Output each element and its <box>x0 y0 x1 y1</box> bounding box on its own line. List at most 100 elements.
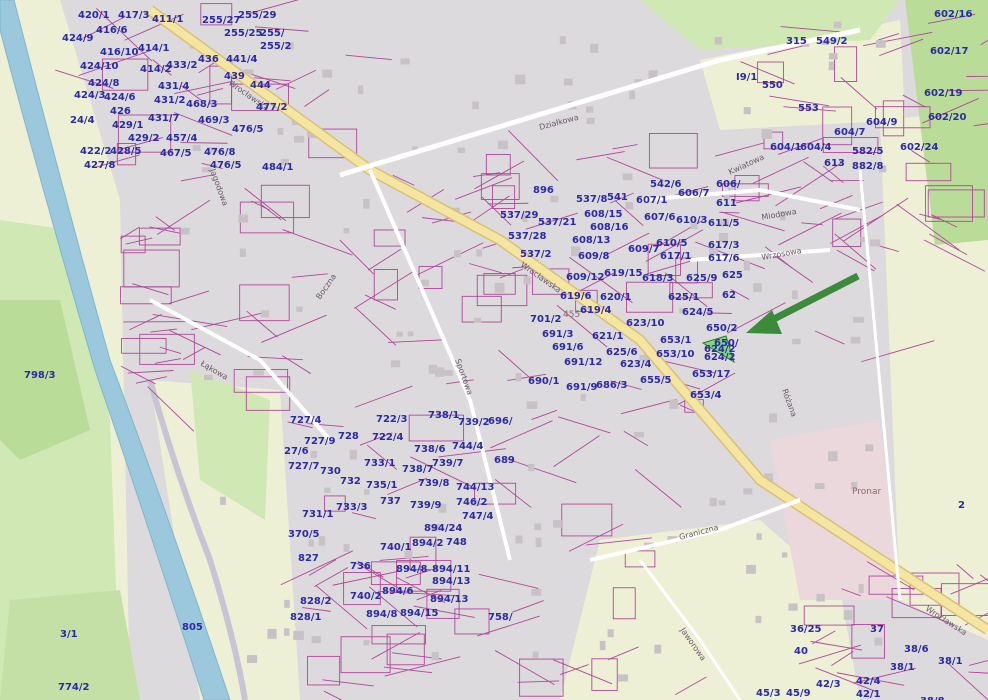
parcel-label[interactable]: 602/24 <box>900 142 938 153</box>
parcel-label[interactable]: 431/7 <box>148 113 180 124</box>
parcel-label[interactable]: 476/5 <box>210 160 242 171</box>
parcel-label[interactable]: 537/8 <box>576 194 608 205</box>
parcel-label[interactable]: 894/15 <box>400 608 438 619</box>
parcel-label[interactable]: 255/29 <box>238 10 276 21</box>
parcel-label[interactable]: 414/2 <box>140 64 172 75</box>
parcel-label[interactable]: 541 <box>607 192 628 203</box>
parcel-label[interactable]: 422/2 <box>80 146 112 157</box>
parcel-label[interactable]: 747/4 <box>462 511 494 522</box>
parcel-label[interactable]: 739/9 <box>410 500 442 511</box>
parcel-label[interactable]: 467/5 <box>160 148 192 159</box>
parcel-label[interactable]: 255/25 <box>224 28 262 39</box>
parcel-label[interactable]: 606/7 <box>678 188 710 199</box>
poi-pronar[interactable]: Pronar <box>852 487 881 497</box>
parcel-label[interactable]: 24/4 <box>70 115 95 126</box>
parcel-label[interactable]: 255/27 <box>202 15 240 26</box>
parcel-label[interactable]: 606/ <box>716 179 741 190</box>
parcel-label[interactable]: 255/ <box>260 28 285 39</box>
parcel-label[interactable]: 537/2 <box>520 249 552 260</box>
parcel-label[interactable]: 613 <box>824 158 845 169</box>
parcel-label[interactable]: 424/10 <box>80 61 118 72</box>
parcel-label[interactable]: 476/8 <box>204 147 236 158</box>
parcel-label[interactable]: 731/1 <box>302 509 334 520</box>
parcel-label[interactable]: 739/7 <box>432 458 464 469</box>
parcel-label[interactable]: 417/3 <box>118 10 150 21</box>
parcel-label[interactable]: 40 <box>794 646 808 657</box>
parcel-label[interactable]: 414/1 <box>138 43 170 54</box>
parcel-label[interactable]: 690/1 <box>528 376 560 387</box>
parcel-label[interactable]: 894/8 <box>366 609 398 620</box>
parcel-label[interactable]: 619/4 <box>580 305 612 316</box>
parcel-label[interactable]: 727/4 <box>290 415 322 426</box>
parcel-label[interactable]: 882/8 <box>852 161 884 172</box>
parcel-label[interactable]: 740/1 <box>380 542 412 553</box>
cadastral-map[interactable]: Wrocławska Wrocławska Wrocławska Działko… <box>0 0 988 700</box>
parcel-label[interactable]: 38/6 <box>904 644 929 655</box>
parcel-label[interactable]: 608/16 <box>590 222 628 233</box>
parcel-label[interactable]: 36/25 <box>790 624 822 635</box>
parcel-label[interactable]: 653/4 <box>690 390 722 401</box>
parcel-label[interactable]: 774/2 <box>58 682 90 693</box>
parcel-label[interactable]: 604/1 <box>770 142 802 153</box>
parcel-label[interactable]: 441/4 <box>226 54 258 65</box>
parcel-label[interactable]: 2 <box>958 500 965 511</box>
parcel-label[interactable]: 621/1 <box>592 331 624 342</box>
parcel-label[interactable]: 429/2 <box>128 133 160 144</box>
parcel-label[interactable]: 894/11 <box>432 564 470 575</box>
parcel-label[interactable]: 896 <box>533 185 554 196</box>
parcel-label[interactable]: I9/1 <box>736 72 757 83</box>
parcel-label[interactable]: 744/13 <box>456 482 494 493</box>
parcel-label[interactable]: 701/2 <box>530 314 562 325</box>
parcel-label[interactable]: 604/9 <box>866 117 898 128</box>
parcel-label[interactable]: 431/2 <box>154 95 186 106</box>
parcel-label[interactable]: 894/13 <box>432 576 470 587</box>
parcel-label[interactable]: 604/4 <box>800 142 832 153</box>
parcel-label[interactable]: 735/1 <box>366 480 398 491</box>
parcel-label[interactable]: 607/1 <box>636 195 668 206</box>
parcel-label[interactable]: 550 <box>762 80 783 91</box>
parcel-label[interactable]: 655/5 <box>640 375 672 386</box>
parcel-label[interactable]: 370/5 <box>288 529 320 540</box>
parcel-label[interactable]: 42/3 <box>816 679 841 690</box>
parcel-label[interactable]: 537/29 <box>500 210 538 221</box>
parcel-label[interactable]: 37 <box>870 624 884 635</box>
parcel-label[interactable]: 255/2 <box>260 41 292 52</box>
parcel-label[interactable]: 746/2 <box>456 497 488 508</box>
parcel-label[interactable]: 686/3 <box>596 380 628 391</box>
parcel-label[interactable]: 411/1 <box>152 14 184 25</box>
parcel-label[interactable]: 416/6 <box>96 25 128 36</box>
parcel-label[interactable]: 610/5 <box>656 238 688 249</box>
highlighted-parcel-label[interactable]: 624/2 <box>704 344 736 355</box>
map-canvas[interactable]: Wrocławska Wrocławska Wrocławska Działko… <box>0 0 988 700</box>
parcel-label[interactable]: 733/3 <box>336 502 368 513</box>
parcel-label[interactable]: 602/17 <box>930 46 968 57</box>
parcel-label[interactable]: 611 <box>716 198 737 209</box>
parcel-label[interactable]: 696/ <box>488 416 513 427</box>
parcel-label[interactable]: 625/9 <box>686 273 718 284</box>
parcel-label[interactable]: 758/ <box>488 612 513 623</box>
parcel-label[interactable]: 38/1 <box>890 662 915 673</box>
parcel-label[interactable]: 619/15 <box>604 268 642 279</box>
parcel-label[interactable]: 828/2 <box>300 596 332 607</box>
parcel-label[interactable]: 733/1 <box>364 458 396 469</box>
parcel-label[interactable]: 744/4 <box>452 441 484 452</box>
parcel-label[interactable]: 732 <box>340 476 361 487</box>
parcel-label[interactable]: 38/8 <box>920 696 945 700</box>
parcel-label[interactable]: 625 <box>722 270 743 281</box>
parcel-label[interactable]: 469/3 <box>198 115 230 126</box>
parcel-label[interactable]: 424/9 <box>62 33 94 44</box>
parcel-label[interactable]: 740/2 <box>350 591 382 602</box>
parcel-label[interactable]: 827 <box>298 553 319 564</box>
parcel-label[interactable]: 468/3 <box>186 99 218 110</box>
parcel-label[interactable]: 738/1 <box>428 410 460 421</box>
parcel-label[interactable]: 424/8 <box>88 78 120 89</box>
parcel-label[interactable]: 828/1 <box>290 612 322 623</box>
parcel-label[interactable]: 737 <box>380 496 401 507</box>
parcel-label[interactable]: 62 <box>722 290 736 301</box>
parcel-label[interactable]: 602/19 <box>924 88 962 99</box>
parcel-label[interactable]: 42/4 <box>856 676 881 687</box>
parcel-label[interactable]: 420/1 <box>78 10 110 21</box>
parcel-label[interactable]: 691/6 <box>552 342 584 353</box>
parcel-label[interactable]: 722/3 <box>376 414 408 425</box>
parcel-label[interactable]: 618/3 <box>642 273 674 284</box>
